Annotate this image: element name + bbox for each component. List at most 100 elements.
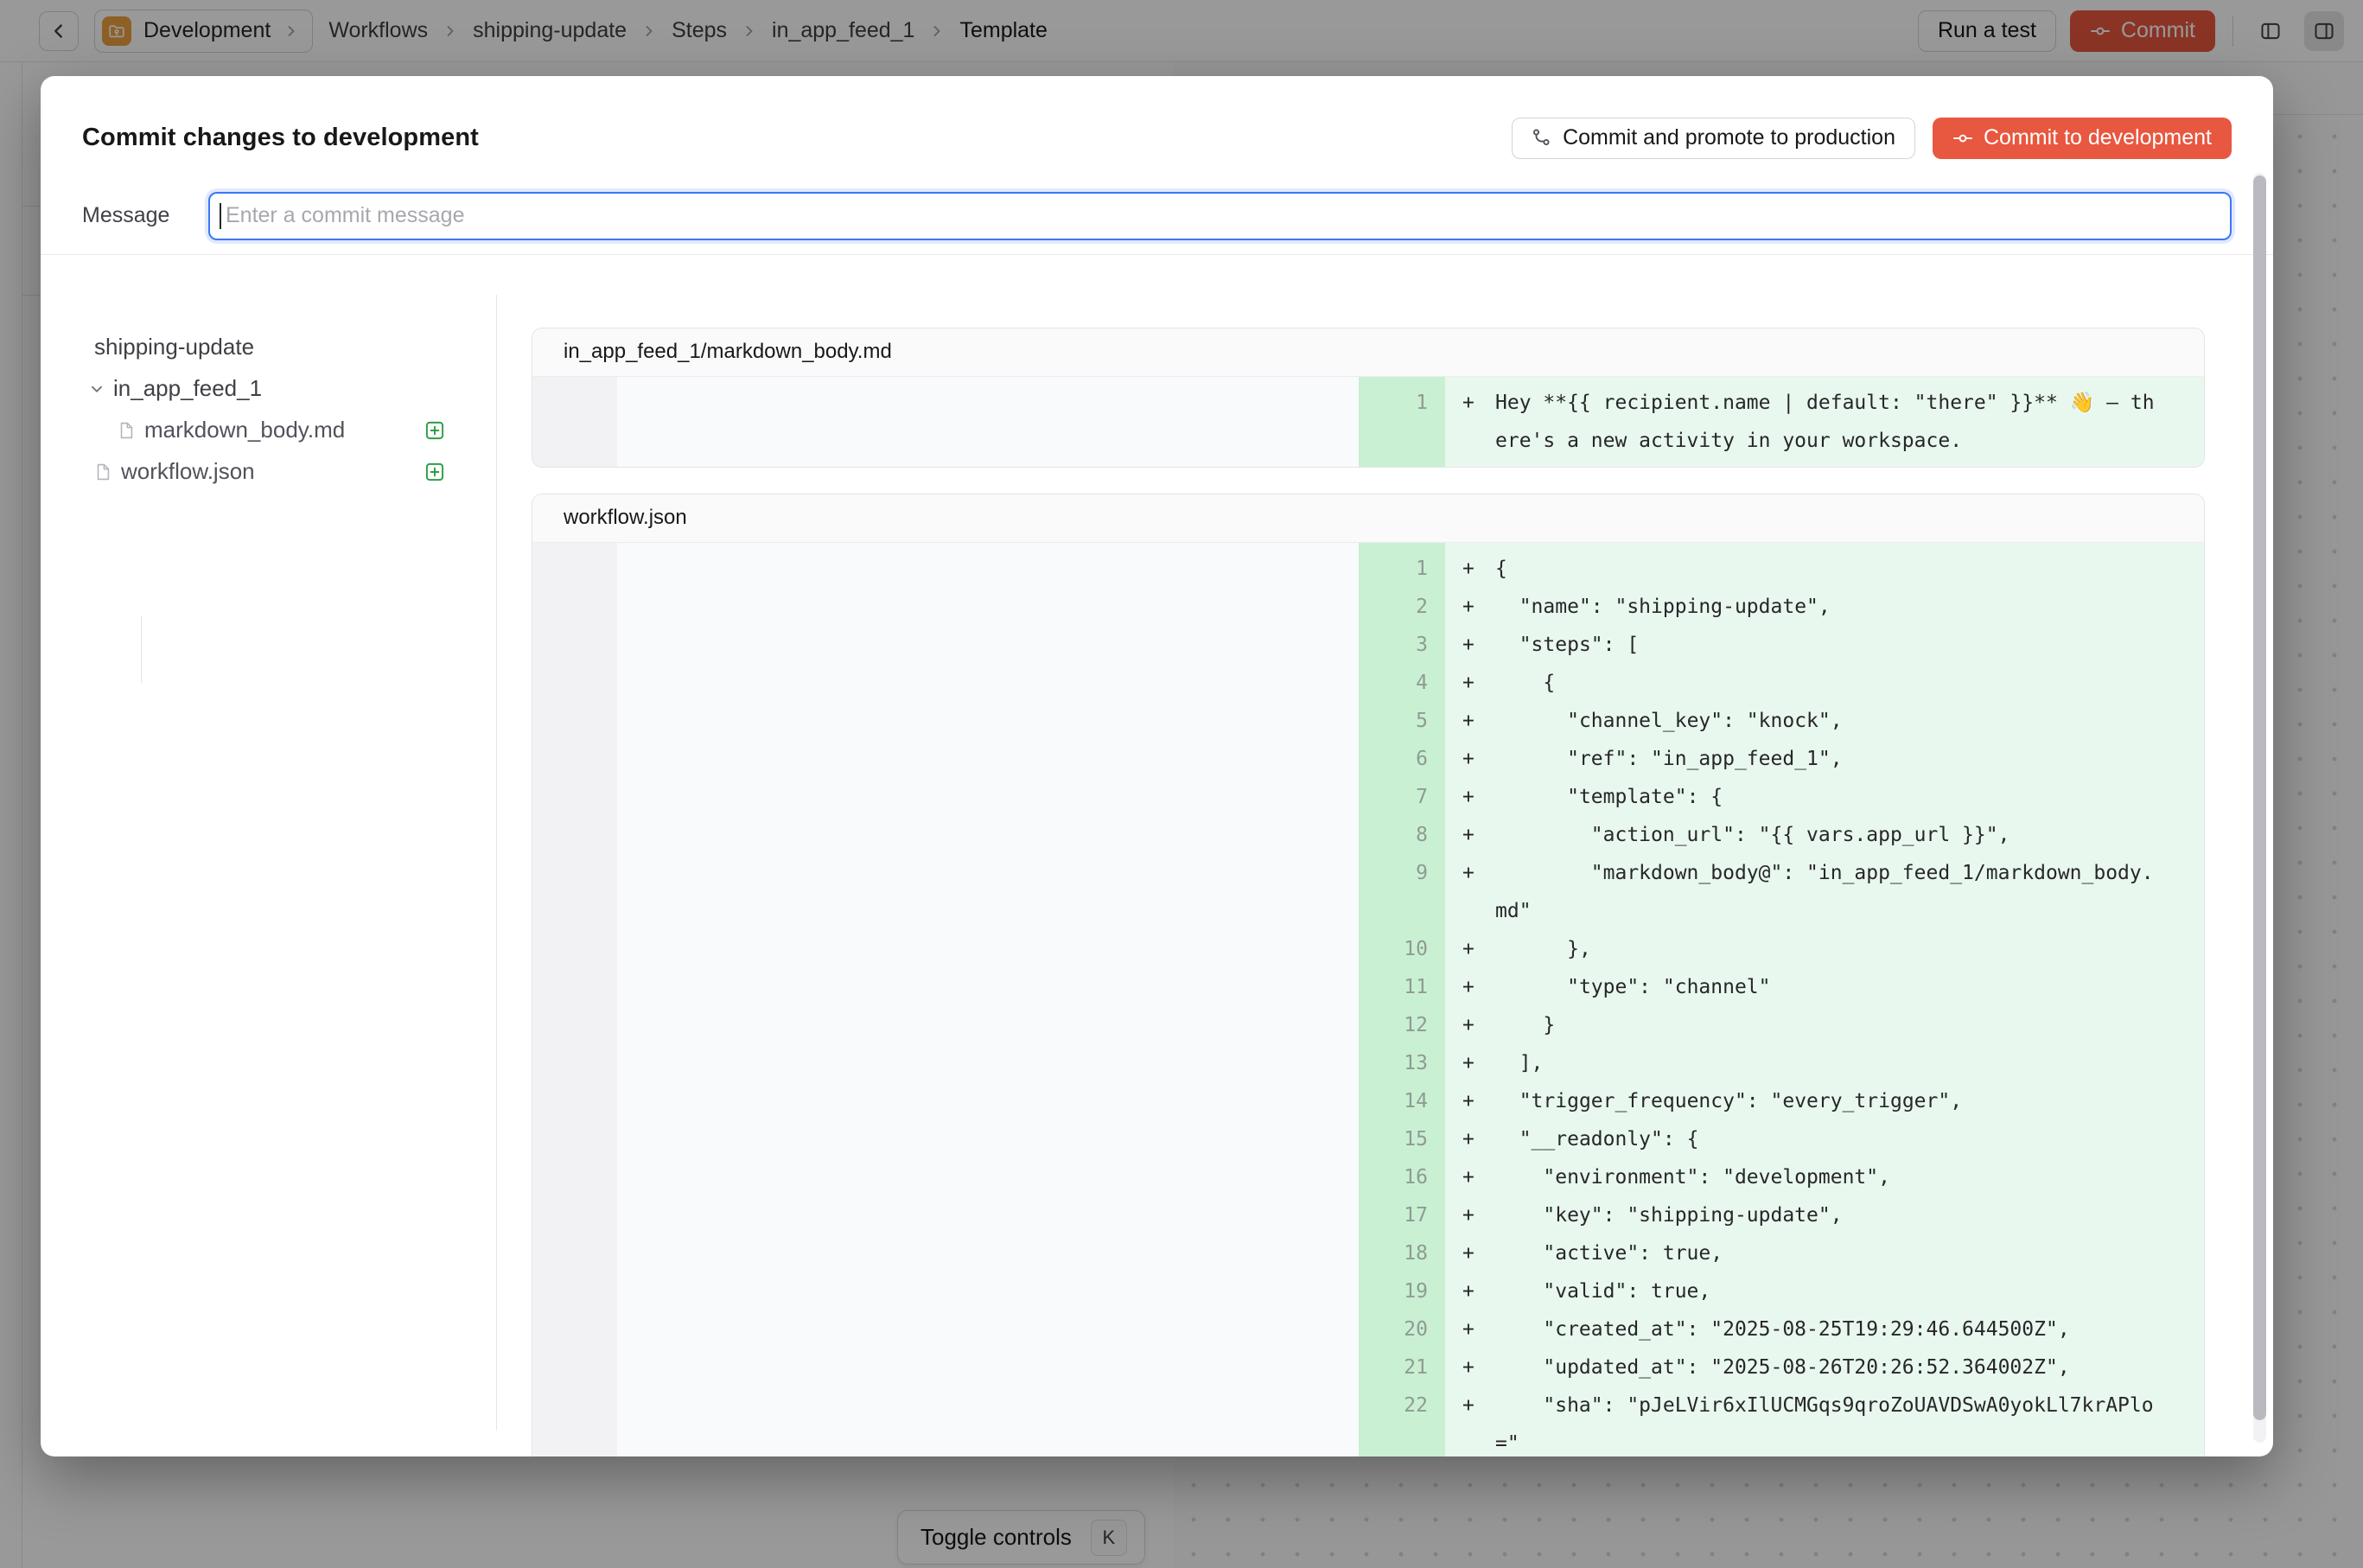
added-line-text: }, xyxy=(1495,930,2159,968)
diff-file-header: in_app_feed_1/markdown_body.md xyxy=(532,328,2204,377)
diff-filename: workflow.json xyxy=(564,506,687,530)
line-number: 14 xyxy=(532,1082,1445,1120)
diff-row: 7+ "template": { xyxy=(532,778,2204,816)
diff-added-icon[interactable] xyxy=(424,419,446,442)
added-line-text: { xyxy=(1495,664,2159,702)
added-line: + "created_at": "2025-08-25T19:29:46.644… xyxy=(1445,1310,2204,1348)
added-line-text: "key": "shipping-update", xyxy=(1495,1196,2159,1234)
commit-and-promote-label: Commit and promote to production xyxy=(1563,125,1895,150)
added-line: + "__readonly": { xyxy=(1445,1120,2204,1158)
file-diff-panel: workflow.json1+{2+ "name": "shipping-upd… xyxy=(532,494,2205,1456)
line-number: 16 xyxy=(532,1158,1445,1196)
diff-list: in_app_feed_1/markdown_body.md1+Hey **{{… xyxy=(497,255,2273,1456)
added-line-text: "sha": "pJeLVir6xIlUCMGqs9qroZoUAVDSwA0y… xyxy=(1495,1386,2159,1456)
commit-to-development-button[interactable]: Commit to development xyxy=(1933,118,2232,159)
added-line-text: "type": "channel" xyxy=(1495,968,2159,1006)
line-number: 7 xyxy=(532,778,1445,816)
diff-row: 13 + ], xyxy=(532,1044,2204,1082)
tree-item-markdown-body[interactable]: markdown_body.md xyxy=(41,410,497,451)
diff-plus-marker: + xyxy=(1462,1196,1495,1234)
diff-row: 17+ "key": "shipping-update", xyxy=(532,1196,2204,1234)
added-line-text: ], xyxy=(1495,1044,2159,1082)
line-number: 17 xyxy=(532,1196,1445,1234)
added-line-text: "__readonly": { xyxy=(1495,1120,2159,1158)
added-line-text: "template": { xyxy=(1495,778,2159,816)
git-branch-icon xyxy=(1532,128,1552,149)
added-line-text: "channel_key": "knock", xyxy=(1495,702,2159,740)
diff-row: 6+ "ref": "in_app_feed_1", xyxy=(532,740,2204,778)
diff-plus-marker: + xyxy=(1462,740,1495,778)
added-line: +Hey **{{ recipient.name | default: "the… xyxy=(1445,384,2204,460)
line-number: 9 xyxy=(532,854,1445,892)
added-line-text: "markdown_body@": "in_app_feed_1/markdow… xyxy=(1495,854,2159,930)
diff-body: 1+{2+ "name": "shipping-update",3+ "step… xyxy=(532,543,2204,1456)
workflow-root-label: shipping-update xyxy=(94,334,254,360)
diff-row: 22+ "sha": "pJeLVir6xIlUCMGqs9qroZoUAVDS… xyxy=(532,1386,2204,1456)
diff-row: 14+ "trigger_frequency": "every_trigger"… xyxy=(532,1082,2204,1120)
line-number: 3 xyxy=(532,626,1445,664)
modal-title: Commit changes to development xyxy=(82,124,479,152)
line-number: 5 xyxy=(532,702,1445,740)
diff-plus-marker: + xyxy=(1462,1386,1495,1425)
added-line: + "environment": "development", xyxy=(1445,1158,2204,1196)
line-number: 2 xyxy=(532,588,1445,626)
tree-indent-guide xyxy=(141,615,142,683)
line-number: 20 xyxy=(532,1310,1445,1348)
added-line: + "steps": [ xyxy=(1445,626,2204,664)
line-number: 13 xyxy=(532,1044,1445,1082)
added-line-text: "active": true, xyxy=(1495,1234,2159,1272)
added-line-text: Hey **{{ recipient.name | default: "ther… xyxy=(1495,384,2159,460)
added-line-text: "action_url": "{{ vars.app_url }}", xyxy=(1495,816,2159,854)
file-diff-panel: in_app_feed_1/markdown_body.md1+Hey **{{… xyxy=(532,328,2205,468)
diff-row: 18+ "active": true, xyxy=(532,1234,2204,1272)
diff-row: 1+{ xyxy=(532,550,2204,588)
tree-item-workflow-json[interactable]: workflow.json xyxy=(41,451,497,493)
diff-row: 21+ "updated_at": "2025-08-26T20:26:52.3… xyxy=(532,1348,2204,1386)
diff-row: 16+ "environment": "development", xyxy=(532,1158,2204,1196)
commit-message-input[interactable] xyxy=(208,192,2232,240)
added-line: + "markdown_body@": "in_app_feed_1/markd… xyxy=(1445,854,2204,930)
commit-to-development-label: Commit to development xyxy=(1984,125,2212,150)
changed-files-tree: shipping-update in_app_feed_1 markdown_b… xyxy=(41,255,497,1456)
diff-plus-marker: + xyxy=(1462,588,1495,626)
tree-item-workflow-root[interactable]: shipping-update xyxy=(41,327,497,368)
line-number: 11 xyxy=(532,968,1445,1006)
line-number: 15 xyxy=(532,1120,1445,1158)
diff-file-header: workflow.json xyxy=(532,494,2204,543)
diff-row: 11 + "type": "channel" xyxy=(532,968,2204,1006)
modal-header: Commit changes to development Commit and… xyxy=(41,76,2273,255)
diff-body: 1+Hey **{{ recipient.name | default: "th… xyxy=(532,377,2204,467)
line-number: 1 xyxy=(532,550,1445,588)
added-line: + "name": "shipping-update", xyxy=(1445,588,2204,626)
diff-added-icon[interactable] xyxy=(424,461,446,483)
added-line: + "action_url": "{{ vars.app_url }}", xyxy=(1445,816,2204,854)
added-line-text: "name": "shipping-update", xyxy=(1495,588,2159,626)
commit-changes-modal: Commit changes to development Commit and… xyxy=(41,76,2273,1456)
diff-plus-marker: + xyxy=(1462,816,1495,854)
tree-item-step-group[interactable]: in_app_feed_1 xyxy=(41,368,497,410)
commit-icon xyxy=(1952,128,1973,149)
diff-plus-marker: + xyxy=(1462,968,1495,1006)
commit-and-promote-button[interactable]: Commit and promote to production xyxy=(1512,118,1915,159)
added-line: + }, xyxy=(1445,930,2204,968)
diff-plus-marker: + xyxy=(1462,930,1495,968)
diff-plus-marker: + xyxy=(1462,1044,1495,1082)
diff-row: 4+ { xyxy=(532,664,2204,702)
modal-scrollbar-thumb[interactable] xyxy=(2253,175,2266,1420)
line-number: 10 xyxy=(532,930,1445,968)
added-line: + "template": { xyxy=(1445,778,2204,816)
file-name-label: markdown_body.md xyxy=(144,417,345,443)
added-line-text: "trigger_frequency": "every_trigger", xyxy=(1495,1082,2159,1120)
added-line-text: "steps": [ xyxy=(1495,626,2159,664)
step-group-label: in_app_feed_1 xyxy=(113,375,262,402)
diff-plus-marker: + xyxy=(1462,778,1495,816)
diff-plus-marker: + xyxy=(1462,854,1495,892)
added-line: + "key": "shipping-update", xyxy=(1445,1196,2204,1234)
diff-plus-marker: + xyxy=(1462,1234,1495,1272)
line-number: 4 xyxy=(532,664,1445,702)
added-line: + } xyxy=(1445,1006,2204,1044)
line-number: 1 xyxy=(532,384,1445,422)
line-number: 6 xyxy=(532,740,1445,778)
file-name-label: workflow.json xyxy=(121,458,255,485)
file-icon xyxy=(93,462,112,481)
